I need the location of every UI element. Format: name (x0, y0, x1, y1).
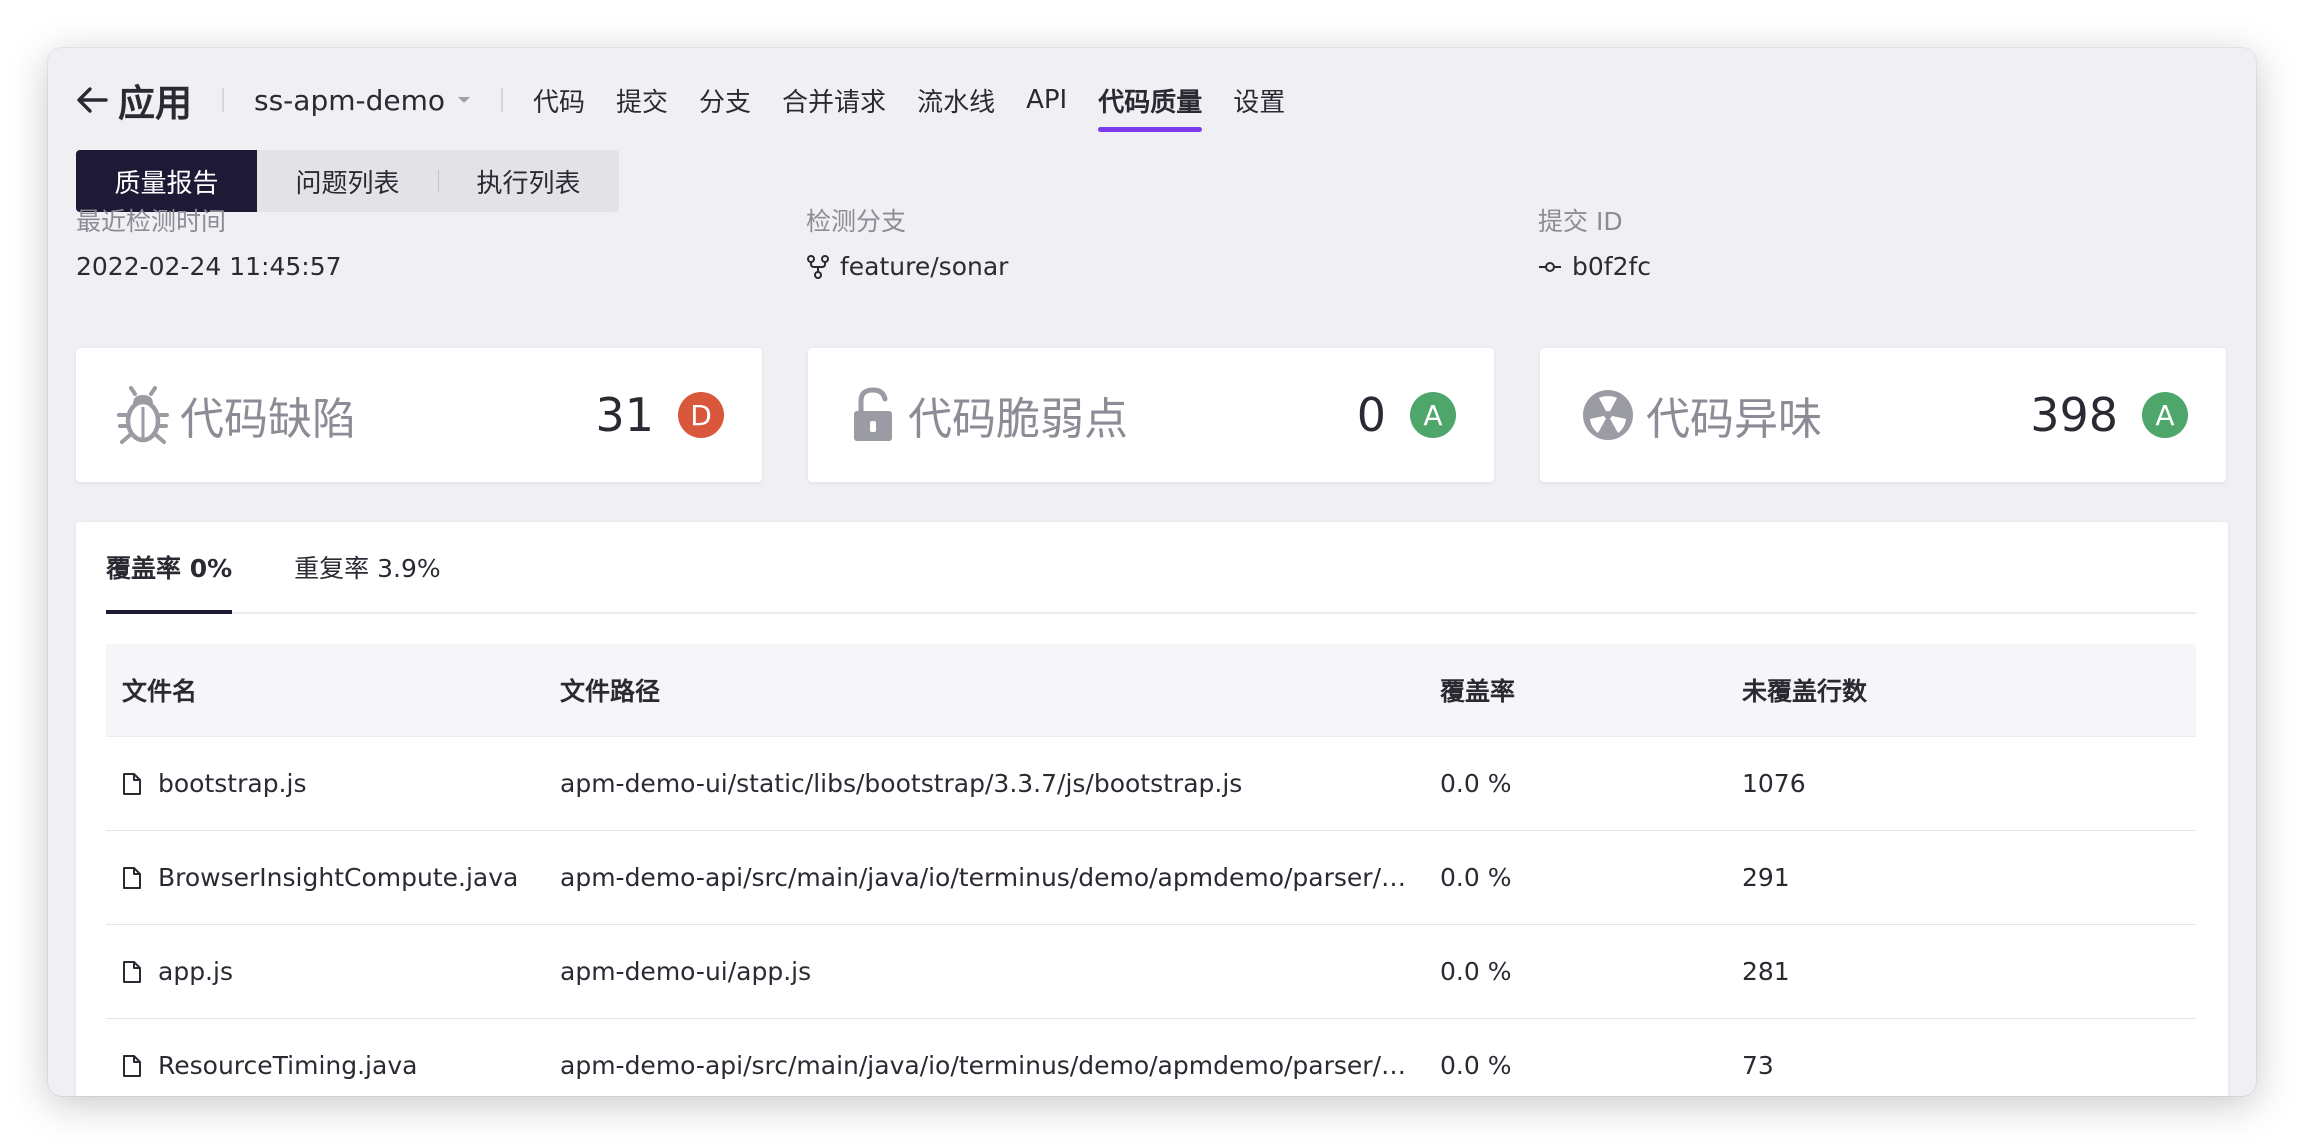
nav-link-pipelines[interactable]: 流水线 (917, 68, 995, 132)
file-name-cell: bootstrap.js (106, 769, 560, 798)
coverage-cell: 0.0 % (1440, 1051, 1512, 1080)
file-name: ResourceTiming.java (158, 1051, 418, 1080)
branch-value: feature/sonar (806, 252, 1008, 281)
last-check-time: 2022-02-24 11:45:57 (76, 252, 342, 281)
tab-execution-list[interactable]: 执行列表 (438, 150, 619, 212)
coverage-cell: 0.0 % (1440, 957, 1512, 986)
file-path-cell: apm-demo-ui/static/libs/bootstrap/3.3.7/… (560, 769, 1243, 798)
app-window: 应用 ss-apm-demo 代码 提交 分支 合并请求 流水线 API 代码质量 设置 质量… (48, 48, 2256, 1096)
table-header: 文件名 文件路径 覆盖率 未覆盖行数 (106, 644, 2196, 737)
nav-links: 代码 提交 分支 合并请求 流水线 API 代码质量 设置 (533, 68, 1316, 132)
repo-name: ss-apm-demo (254, 83, 445, 117)
nav-link-merge-requests[interactable]: 合并请求 (782, 68, 886, 132)
uncovered-lines-cell: 1076 (1742, 769, 1806, 798)
col-header-uncovered-lines: 未覆盖行数 (1742, 677, 1868, 706)
tab-duplication[interactable]: 重复率 3.9% (294, 522, 440, 612)
file-path-cell: apm-demo-api/src/main/java/io/terminus/d… (560, 1051, 1438, 1080)
coverage-panel: 覆盖率 0% 重复率 3.9% 文件名 文件路径 覆盖率 未覆盖行数 bootst… (76, 522, 2228, 1096)
card-title: 代码缺陷 (180, 394, 356, 445)
arrow-left-icon (77, 87, 108, 113)
tab-coverage[interactable]: 覆盖率 0% (106, 522, 233, 614)
file-name: bootstrap.js (158, 769, 307, 798)
uncovered-lines-cell: 73 (1742, 1051, 1774, 1080)
file-name-cell: ResourceTiming.java (106, 1051, 560, 1080)
file-path-cell: apm-demo-api/src/main/java/io/terminus/d… (560, 863, 1430, 892)
branch-name: feature/sonar (840, 252, 1009, 281)
table-row[interactable]: app.js apm-demo-ui/app.js 0.0 % 281 (106, 925, 2196, 1019)
file-icon (123, 772, 141, 795)
last-check-value: 2022-02-24 11:45:57 (76, 252, 342, 281)
table-row[interactable]: bootstrap.js apm-demo-ui/static/libs/boot… (106, 737, 2196, 831)
nav-divider (501, 88, 503, 112)
repo-selector[interactable]: ss-apm-demo (254, 84, 471, 117)
commit-label: 提交 ID (1538, 207, 1623, 236)
file-name: app.js (158, 957, 233, 986)
uncovered-lines-cell: 291 (1742, 863, 1790, 892)
card-count: 0 (1356, 388, 1386, 442)
file-name: BrowserInsightCompute.java (158, 863, 519, 892)
top-nav: 应用 ss-apm-demo 代码 提交 分支 合并请求 流水线 API 代码质量 设置 (76, 68, 1316, 132)
file-icon (123, 1054, 141, 1077)
uncovered-lines-cell: 281 (1742, 957, 1790, 986)
coverage-cell: 0.0 % (1440, 863, 1512, 892)
back-button[interactable]: 应用 (76, 73, 192, 127)
commit-value: b0f2fc (1538, 252, 1651, 281)
back-label: 应用 (118, 82, 192, 125)
file-name-cell: app.js (106, 957, 560, 986)
nav-link-settings[interactable]: 设置 (1233, 68, 1285, 132)
branch-icon (807, 254, 829, 279)
card-count: 31 (595, 388, 654, 442)
file-icon (123, 866, 141, 889)
col-header-file-path: 文件路径 (560, 677, 661, 706)
last-check-meta: 最近检测时间 2022-02-24 11:45:57 (76, 202, 342, 281)
nav-divider (222, 88, 224, 112)
caret-down-icon (458, 97, 470, 103)
branch-label: 检测分支 (806, 207, 907, 236)
col-header-coverage: 覆盖率 (1440, 677, 1516, 706)
nav-link-api[interactable]: API (1026, 68, 1067, 132)
card-title: 代码脆弱点 (908, 394, 1128, 445)
grade-badge: A (1410, 392, 1456, 438)
coverage-table: 文件名 文件路径 覆盖率 未覆盖行数 bootstrap.js apm-demo-… (106, 644, 2196, 1096)
nav-link-code[interactable]: 代码 (533, 68, 585, 132)
file-name-cell: BrowserInsightCompute.java (106, 863, 560, 892)
card-title: 代码异味 (1646, 394, 1822, 445)
grade-badge: D (678, 392, 724, 438)
table-row[interactable]: ResourceTiming.java apm-demo-api/src/main… (106, 1019, 2196, 1096)
file-path-cell: apm-demo-ui/app.js (560, 957, 812, 986)
last-check-label: 最近检测时间 (76, 207, 227, 236)
card-count: 398 (2030, 388, 2118, 442)
nav-link-branches[interactable]: 分支 (699, 68, 751, 132)
commit-icon (1539, 261, 1561, 272)
table-row[interactable]: BrowserInsightCompute.java apm-demo-api/s… (106, 831, 2196, 925)
commit-id: b0f2fc (1572, 252, 1652, 281)
nav-link-commits[interactable]: 提交 (616, 68, 668, 132)
nav-link-code-quality[interactable]: 代码质量 (1098, 68, 1203, 132)
smell-icon (1583, 390, 1633, 440)
commit-meta: 提交 ID b0f2fc (1538, 202, 1651, 281)
coverage-cell: 0.0 % (1440, 769, 1512, 798)
table-body: bootstrap.js apm-demo-ui/static/libs/boot… (106, 737, 2196, 1096)
branch-meta: 检测分支 feature/sonar (806, 202, 1008, 281)
unlock-icon (854, 387, 892, 441)
bug-icon (117, 386, 169, 444)
code-smells-card[interactable]: 代码异味 398 A (1540, 348, 2226, 482)
grade-badge: A (2142, 392, 2188, 438)
vulnerabilities-card[interactable]: 代码脆弱点 0 A (808, 348, 1494, 482)
file-icon (123, 960, 141, 983)
bugs-card[interactable]: 代码缺陷 31 D (76, 348, 762, 482)
metric-tabs: 覆盖率 0% 重复率 3.9% (106, 522, 2196, 614)
col-header-file-name: 文件名 (122, 677, 198, 706)
